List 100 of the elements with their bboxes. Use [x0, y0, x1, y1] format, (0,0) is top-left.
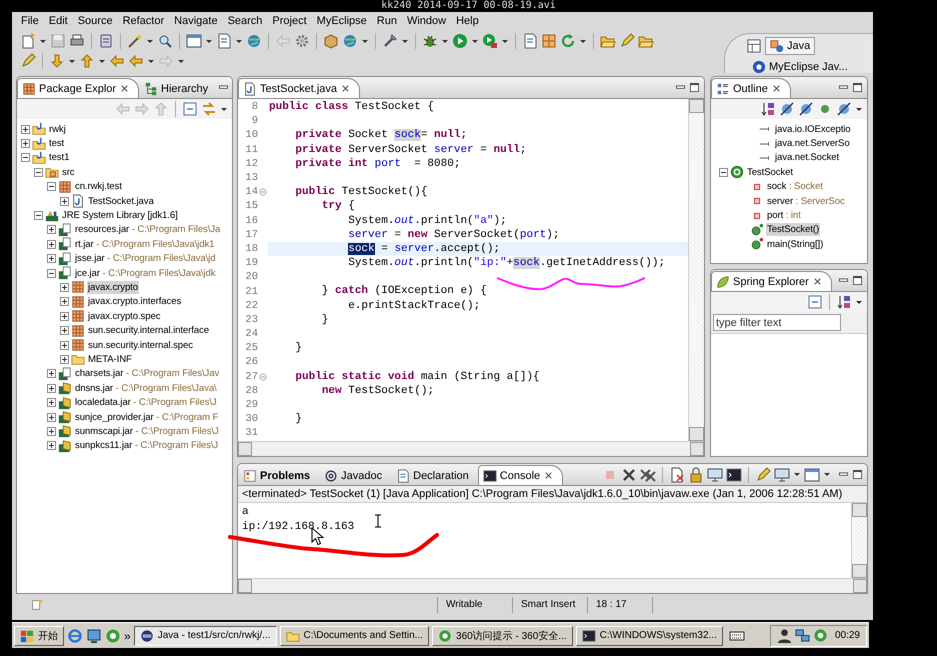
person-icon[interactable] — [776, 628, 792, 643]
tree-item[interactable]: localedata.jar - C:\Program Files\J — [74, 396, 218, 410]
maximize-icon[interactable] — [688, 81, 701, 94]
expand-toggle[interactable] — [47, 384, 56, 393]
collapse-toggle[interactable] — [719, 168, 728, 177]
tree-item[interactable]: sock : Socket — [766, 180, 824, 194]
caret-icon[interactable] — [178, 60, 184, 62]
declaration-icon[interactable] — [522, 33, 538, 49]
collapse-toggle[interactable] — [21, 153, 30, 162]
view-tab[interactable]: Console — [478, 465, 564, 485]
collapse-all-icon[interactable] — [807, 294, 823, 310]
perspective-icon[interactable] — [747, 39, 761, 53]
caret-icon[interactable] — [580, 40, 586, 42]
taskbar-button[interactable]: 360访问提示 - 360安全... — [432, 626, 573, 646]
tree-item[interactable]: test — [48, 137, 66, 150]
tree-item[interactable]: jce.jar - C:\Program Files\Java\jdk — [74, 266, 216, 280]
expand-toggle[interactable] — [47, 426, 56, 436]
view-tab[interactable]: Declaration — [391, 465, 478, 485]
caret-icon[interactable] — [362, 40, 368, 42]
shield-icon[interactable] — [105, 628, 121, 644]
desktop-icon[interactable] — [86, 628, 102, 644]
menu-item[interactable]: Search — [222, 14, 268, 26]
expand-toggle[interactable] — [47, 412, 56, 422]
pen-icon[interactable] — [619, 33, 635, 49]
tree-item[interactable]: sun.security.internal.spec — [87, 338, 194, 352]
run-icon[interactable] — [452, 33, 468, 49]
expand-toggle[interactable] — [60, 326, 69, 336]
tree-item[interactable]: main(String[]) — [766, 238, 824, 251]
grid-icon[interactable] — [541, 33, 557, 49]
caret-icon[interactable] — [502, 40, 508, 42]
window-icon[interactable] — [186, 33, 202, 49]
tree-item[interactable]: dnsns.jar - C:\Program Files\Java\ — [74, 382, 218, 395]
close-icon[interactable] — [812, 276, 823, 287]
fold-icon[interactable] — [258, 372, 268, 382]
menu-item[interactable]: Project — [267, 14, 312, 26]
tree-item[interactable]: java.net.ServerSo — [774, 137, 851, 150]
wand-icon[interactable] — [127, 33, 143, 49]
close-icon[interactable] — [340, 83, 352, 94]
caret-icon[interactable] — [148, 60, 154, 62]
expand-toggle[interactable] — [60, 282, 69, 292]
expand-toggle[interactable] — [47, 254, 56, 264]
fast-view-icon[interactable] — [30, 598, 44, 612]
declaration-icon[interactable] — [216, 33, 232, 49]
remove-all-icon[interactable] — [640, 466, 656, 482]
shield-icon[interactable] — [812, 628, 828, 643]
caret-icon[interactable] — [824, 473, 830, 476]
network-icon[interactable] — [794, 628, 810, 643]
close-icon[interactable] — [770, 83, 782, 94]
view-tab[interactable]: TestSocket.java — [238, 78, 360, 98]
tree-item[interactable]: sunmscapi.jar - C:\Program Files\J — [74, 424, 220, 438]
maximize-icon[interactable] — [851, 274, 864, 287]
view-tab[interactable]: Hierarchy — [139, 78, 218, 98]
caret-icon[interactable] — [856, 300, 862, 304]
hide-fields-icon[interactable] — [836, 101, 852, 117]
scrollbar[interactable] — [851, 503, 867, 578]
lock-icon[interactable] — [688, 466, 704, 482]
taskbar-button[interactable]: Java - test1/src/cn/rwkj/... — [134, 626, 276, 646]
view-tab[interactable]: Outline — [711, 78, 791, 98]
run-tool-icon[interactable] — [482, 33, 498, 49]
overflow-chevron[interactable]: » — [124, 628, 131, 642]
pen-icon[interactable] — [20, 53, 36, 69]
tree-item[interactable]: java.net.Socket — [774, 151, 840, 164]
server-icon[interactable] — [98, 33, 114, 49]
caret-icon[interactable] — [236, 40, 242, 42]
taskbar-button[interactable]: C:\WINDOWS\system32... — [576, 626, 723, 646]
expand-toggle[interactable] — [47, 441, 56, 450]
expand-toggle[interactable] — [60, 196, 69, 206]
tree-item[interactable]: JRE System Library [jdk1.6] — [61, 209, 179, 222]
monitor-icon[interactable] — [707, 466, 723, 482]
bug-icon[interactable] — [422, 33, 438, 49]
fold-icon[interactable] — [258, 187, 268, 198]
menu-item[interactable]: File — [16, 14, 44, 26]
tree-item[interactable]: resources.jar - C:\Program Files\Ja — [74, 223, 222, 236]
tree-item[interactable]: META-INF — [87, 352, 133, 366]
view-tab[interactable]: Spring Explorer — [711, 271, 832, 291]
expand-toggle[interactable] — [60, 354, 69, 364]
close-icon[interactable] — [543, 470, 554, 481]
menu-item[interactable]: MyEclipse — [312, 14, 372, 26]
collapse-toggle[interactable] — [47, 182, 56, 192]
expand-toggle[interactable] — [47, 369, 56, 378]
menu-item[interactable]: Window — [402, 14, 452, 26]
hide-fields-icon[interactable] — [798, 101, 814, 117]
hide-fields-icon[interactable] — [779, 101, 795, 117]
collapse-all-icon[interactable] — [182, 101, 198, 117]
tree-item[interactable]: TestSocket() — [766, 223, 820, 236]
expand-toggle[interactable] — [60, 340, 69, 350]
menu-item[interactable]: Refactor — [118, 14, 170, 26]
caret-icon[interactable] — [472, 40, 478, 42]
scrollbar[interactable] — [688, 99, 704, 441]
expand-toggle[interactable] — [47, 398, 56, 408]
maximize-icon[interactable] — [851, 468, 864, 481]
menu-item[interactable]: Help — [451, 14, 484, 26]
collapse-toggle[interactable] — [47, 268, 56, 278]
tools-icon[interactable] — [382, 33, 398, 49]
expand-toggle[interactable] — [60, 312, 69, 321]
filter-field[interactable]: type filter text — [713, 314, 841, 331]
tree-item[interactable]: javax.crypto.spec — [87, 310, 162, 323]
menu-item[interactable]: Navigate — [169, 14, 223, 26]
scrollbar[interactable] — [238, 578, 867, 593]
maximize-icon[interactable] — [851, 81, 864, 94]
